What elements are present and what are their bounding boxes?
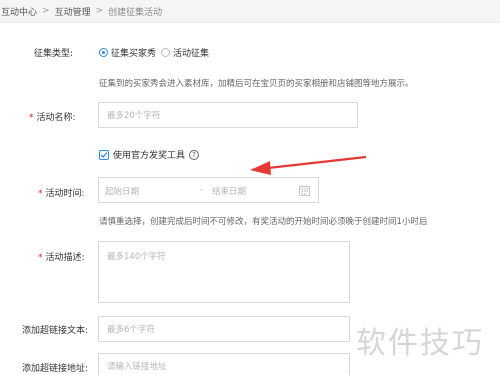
radio-activity-collect[interactable]: 活动征集 — [161, 46, 209, 59]
help-icon[interactable]: ? — [189, 149, 200, 160]
end-date-placeholder[interactable]: 结束日期 — [212, 185, 246, 197]
date-range-picker[interactable]: 起始日期 - 结束日期 — [98, 177, 319, 203]
required-mark: * — [38, 189, 43, 199]
link-text-label: 添加超链接文本: — [22, 326, 89, 336]
link-url-placeholder: 请输入链接地址 — [107, 362, 167, 372]
radio-activity-collect-label: 活动征集 — [173, 49, 210, 59]
watermark: 软件技巧 — [356, 326, 484, 361]
required-mark: * — [38, 253, 43, 263]
collect-type-label: 征集类型: — [34, 49, 74, 59]
official-tool-label: 使用官方发奖工具 — [113, 151, 186, 161]
time-hint: 请慎重选择，创建完成后时间不可修改，有奖活动的开始时间必须晚于创建时间1小时后 — [99, 217, 428, 227]
breadcrumb-interaction-center[interactable]: 互动中心 — [1, 5, 37, 18]
link-text-input[interactable]: 最多6个字符 — [98, 316, 350, 342]
radio-checked-icon — [99, 48, 108, 57]
date-separator: - — [200, 185, 204, 195]
start-date-placeholder[interactable]: 起始日期 — [105, 185, 139, 197]
breadcrumb-interaction-management[interactable]: 互动管理 — [55, 5, 91, 18]
radio-buyer-show-label: 征集买家秀 — [111, 49, 157, 59]
activity-name-label: * 活动名称: — [29, 113, 76, 123]
activity-desc-textarea[interactable]: 最多140个字符 — [98, 241, 350, 303]
required-mark: * — [29, 113, 34, 123]
activity-time-label: * 活动时间: — [38, 189, 85, 199]
breadcrumb: 互动中心 > 互动管理 > 创建征集活动 — [0, 0, 500, 23]
link-url-input[interactable]: 请输入链接地址 — [98, 353, 350, 375]
link-text-placeholder: 最多6个字符 — [107, 325, 155, 335]
red-arrow-annotation — [250, 155, 367, 175]
checkbox-checked-icon — [99, 149, 109, 160]
activity-desc-label: * 活动描述: — [38, 253, 85, 263]
breadcrumb-separator-icon: > — [95, 6, 104, 16]
radio-unchecked-icon — [161, 48, 170, 57]
calendar-icon[interactable] — [299, 185, 310, 199]
collect-hint: 征集到的买家秀会进入素材库，加精后可在宝贝页的买家相册和店铺图等地方展示。 — [99, 79, 414, 89]
link-url-label: 添加超链接地址: — [22, 364, 89, 374]
activity-name-placeholder: 最多20个字符 — [107, 111, 161, 121]
activity-desc-placeholder: 最多140个字符 — [107, 252, 166, 262]
breadcrumb-separator-icon: > — [42, 6, 50, 16]
breadcrumb-create-collection: 创建征集活动 — [108, 7, 163, 18]
activity-name-input[interactable]: 最多20个字符 — [98, 102, 358, 128]
radio-buyer-show[interactable]: 征集买家秀 — [99, 46, 156, 59]
official-tool-checkbox[interactable]: 使用官方发奖工具 ? — [99, 148, 200, 161]
